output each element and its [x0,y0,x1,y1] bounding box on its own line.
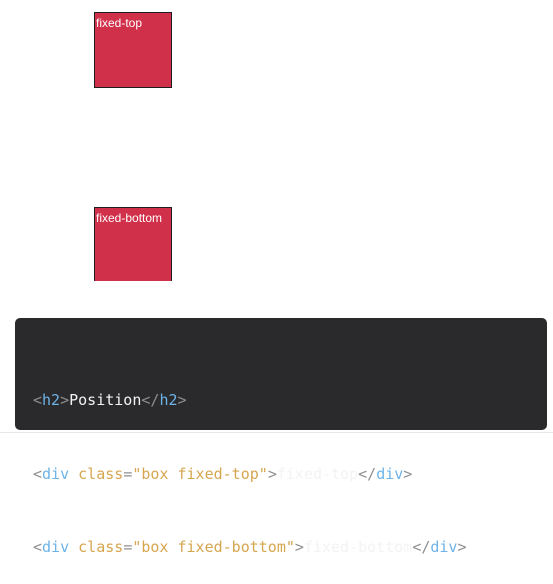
code-punct: < [33,464,43,483]
code-string: "box fixed-bottom" [132,538,295,556]
code-text: Position [69,391,142,409]
fixed-top-box: fixed-top [94,12,172,88]
code-tag: div [430,538,458,556]
code-punct: < [33,391,43,409]
divider [0,432,553,433]
code-tag: h2 [42,391,61,409]
code-line-h2: <h2>Position</h2> [33,388,547,413]
code-punct: = [123,464,133,483]
code-line-fixed-bottom: <div class="box fixed-bottom">fixed-bott… [33,535,547,560]
code-text: fixed-bottom [303,538,413,556]
code-tag: div [376,464,404,483]
code-punct: > [457,538,467,556]
code-punct: </ [141,391,160,409]
code-punct: </ [358,464,377,483]
code-punct: < [33,538,43,556]
code-punct: > [177,391,187,409]
code-punct: = [123,538,133,556]
code-punct: > [60,391,70,409]
code-punct: </ [412,538,431,556]
code-tag: div [42,464,70,483]
fixed-bottom-box: fixed-bottom [94,207,172,281]
code-text: fixed-top [276,464,359,483]
fixed-bottom-label: fixed-bottom [96,211,163,225]
fixed-top-label: fixed-top [96,16,143,30]
code-tag: h2 [159,391,178,409]
code-punct: > [294,538,304,556]
code-attr: class [78,538,124,556]
code-string: "box fixed-top" [132,464,268,483]
code-tag: div [42,538,70,556]
code-line-fixed-top: <div class="box fixed-top">fixed-top</di… [33,462,547,487]
code-punct: > [267,464,277,483]
code-attr: class [78,464,124,483]
code-block: <h2>Position</h2> <div class="box fixed-… [15,318,547,556]
code-punct: > [403,464,413,483]
